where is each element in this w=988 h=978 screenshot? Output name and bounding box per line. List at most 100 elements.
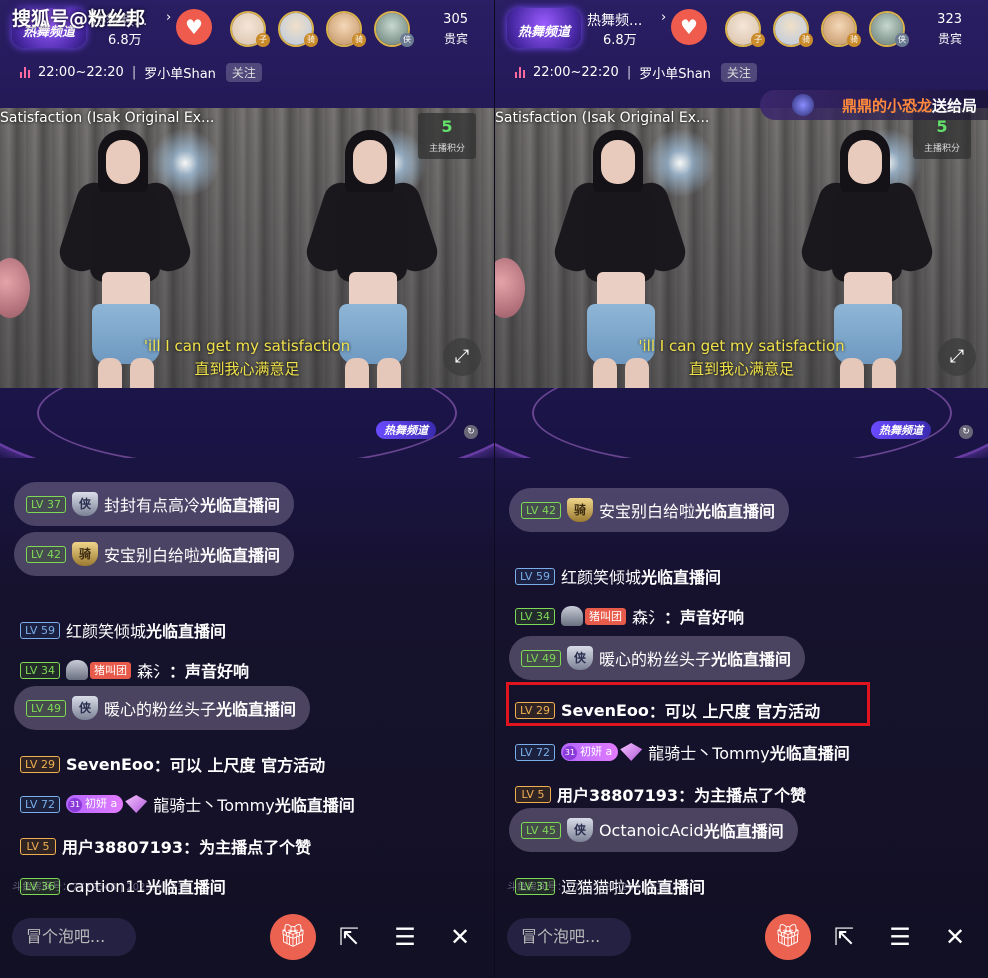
chat-message[interactable]: LV 72 31 初妍 a 龍骑士丶Tommy 光临直播间 [515,737,850,767]
channel-badge[interactable]: 热舞频道 [507,8,581,48]
viewer-count[interactable]: 305 [443,12,468,27]
channel-name[interactable]: 热舞频... [587,10,642,30]
avatar-tag: 侠 [400,33,414,47]
host-score-box[interactable]: 5 主播积分 [418,113,476,159]
chat-message[interactable]: LV 59 红颜笑倾城 光临直播间 [515,561,721,591]
avatar-tag: 骑 [352,33,366,47]
user-level-badge: LV 45 [521,821,561,839]
chat-username[interactable]: 龍骑士丶Tommy [153,792,275,816]
menu-icon[interactable]: ☰ [388,920,422,954]
user-level-badge: LV 72 [20,795,60,813]
chat-username[interactable]: OctanoicAcid [599,821,704,840]
gift-banner-text: 鼎鼎的小恐龙送给局 [842,95,977,116]
chat-username[interactable]: 安宝别白给啦 [599,498,695,522]
share-icon[interactable]: ⇱ [332,920,366,954]
avatar-tag: 侠 [895,33,909,47]
gift-banner[interactable]: 鼎鼎的小恐龙送给局 [760,90,988,120]
chevron-right-icon[interactable]: › [166,10,171,25]
live-bars-icon [515,66,527,78]
chat-username[interactable]: 红颜笑倾城 [561,564,641,588]
room-id-watermark: 斗鱼房间号：7772548 | 2023.03.23 [12,882,184,893]
avatar-tag: 子 [751,33,765,47]
chat-username[interactable]: 用户38807193 [62,834,183,858]
chat-input[interactable]: 冒个泡吧... [12,918,136,956]
schedule-row: 22:00~22:20 | 罗小单Shan 关注 [20,62,262,82]
chat-username[interactable]: 用户38807193 [557,782,678,806]
schedule-time: 22:00~22:20 [533,64,619,80]
channel-fans-count: 6.8万 [603,33,637,48]
fullscreen-icon[interactable]: ⤢ [938,338,976,376]
chat-message[interactable]: LV 42 骑安宝别白给啦 光临直播间 [14,532,294,576]
chat-message-text: 光临直播间 [199,496,280,515]
chevron-right-icon[interactable]: › [661,10,666,25]
host-name[interactable]: 罗小单Shan [639,63,711,82]
bottom-bar: 冒个泡吧... 🎁︎ ⇱ ☰ ✕ [0,910,494,966]
chat-message[interactable]: LV 49 侠暖心的粉丝头子 光临直播间 [509,636,805,680]
chat-username[interactable]: SevenEoo [66,755,154,774]
host-score-label: 主播积分 [428,144,465,154]
chat-username[interactable]: 龍骑士丶Tommy [648,740,770,764]
chat-message[interactable]: LV 5 用户38807193 ：为主播点了个赞 [20,831,311,861]
chat-message-text: ：声音好响 [663,608,744,627]
channel-badge-text: 热舞频道 [517,25,570,40]
share-icon[interactable]: ⇱ [827,920,861,954]
user-level-badge: LV 29 [20,755,60,773]
user-level-badge: LV 5 [515,785,551,803]
chat-list[interactable]: LV 42 骑安宝别白给啦 光临直播间 LV 59 红颜笑倾城 光临直播间 LV 34 猪叫团… [495,460,988,900]
guard-shield-icon: 骑 [566,498,593,522]
gift-icon[interactable]: 🎁︎ [270,914,316,960]
gem-icon [620,743,643,761]
chat-message[interactable]: LV 34 猪叫团 森氵 ：声音好响 [20,655,249,685]
subtitle-english: 'ill I can get my satisfaction [143,337,351,355]
host-name[interactable]: 罗小单Shan [144,63,216,82]
chat-message[interactable]: LV 59 红颜笑倾城 光临直播间 [20,615,226,645]
viewer-label: 贵宾 [937,32,962,46]
chat-message[interactable]: LV 29 SevenEoo ：可以 上尺度 官方活动 [20,749,325,779]
chat-message-text: ：为主播点了个赞 [678,786,807,805]
chat-username[interactable]: 森氵 [632,604,664,628]
follow-heart-button[interactable]: ♥ [176,9,212,45]
chat-username[interactable]: 森氵 [137,658,169,682]
chat-message[interactable]: LV 37 侠封封有点高冷 光临直播间 [14,482,294,526]
follow-button[interactable]: 关注 [225,62,262,82]
chat-input[interactable]: 冒个泡吧... [507,918,631,956]
viewer-count[interactable]: 323 [937,12,962,27]
user-level-badge: LV 59 [515,567,555,585]
chat-username[interactable]: 安宝别白给啦 [104,542,200,566]
chat-message-text: 光临直播间 [199,546,280,565]
chat-username[interactable]: 暖心的粉丝头子 [104,696,216,720]
follow-heart-button[interactable]: ♥ [671,9,707,45]
link-icon[interactable]: ↻ [464,425,478,439]
user-level-badge: LV 34 [515,607,555,625]
subtitle-chinese: 直到我心满意足 [688,360,794,378]
close-icon[interactable]: ✕ [443,920,477,954]
chat-message[interactable]: LV 5 用户38807193 ：为主播点了个赞 [515,779,806,809]
guard-shield-icon: 侠 [566,818,593,842]
stage-channel-logo: 热舞频道 [871,421,931,439]
chat-username[interactable]: 封封有点高冷 [104,492,200,516]
chat-message-text: ：声音好响 [168,662,249,681]
helmet-icon [560,606,583,626]
chat-message[interactable]: LV 49 侠暖心的粉丝头子 光临直播间 [14,686,310,730]
chat-message[interactable]: LV 45 侠 OctanoicAcid 光临直播间 [509,808,798,852]
follow-button[interactable]: 关注 [720,62,757,82]
chat-message[interactable]: LV 72 31 初妍 a 龍骑士丶Tommy 光临直播间 [20,789,355,819]
chat-message[interactable]: LV 42 骑安宝别白给啦 光临直播间 [509,488,789,532]
menu-icon[interactable]: ☰ [883,920,917,954]
link-icon[interactable]: ↻ [959,425,973,439]
fullscreen-icon[interactable]: ⤢ [443,338,481,376]
fan-team-tag: 猪叫团 [89,661,131,679]
gift-sender-name: 鼎鼎的小恐龙 [842,97,933,115]
chat-username[interactable]: 红颜笑倾城 [66,618,146,642]
chat-list[interactable]: LV 37 侠封封有点高冷 光临直播间 LV 42 骑安宝别白给啦 光临直播间 LV 59 红… [0,460,494,900]
user-level-badge: LV 42 [521,501,561,519]
highlight-annotation-box [506,682,870,726]
close-icon[interactable]: ✕ [938,920,972,954]
chat-message[interactable]: LV 34 猪叫团 森氵 ：声音好响 [515,601,744,631]
user-level-badge: LV 5 [20,837,56,855]
site-watermark: 搜狐号@粉丝邦 [12,8,146,30]
song-title: Satisfaction (Isak Original Ex... [495,110,710,126]
host-score: 5 [441,117,453,136]
chat-username[interactable]: 暖心的粉丝头子 [599,646,711,670]
gift-icon[interactable]: 🎁︎ [765,914,811,960]
